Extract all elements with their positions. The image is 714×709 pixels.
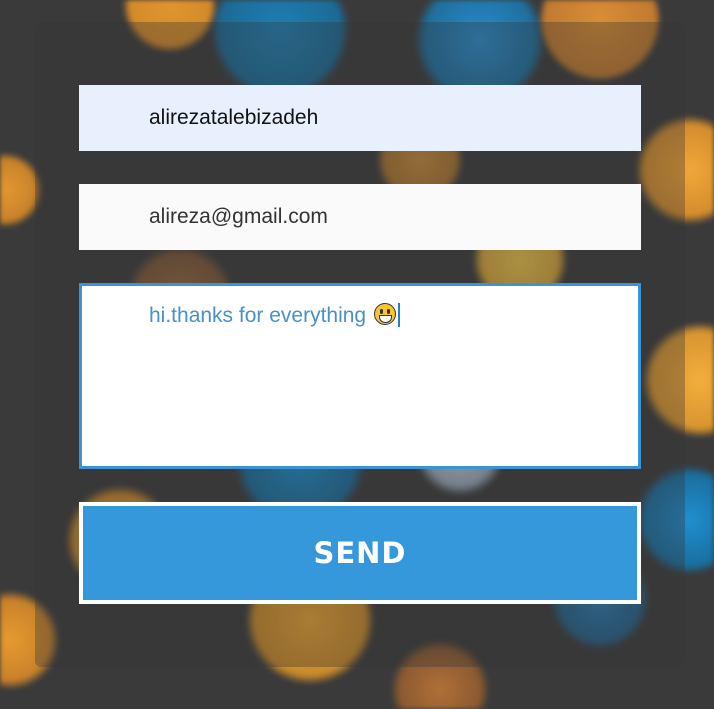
name-input[interactable]: alirezatalebizadeh (79, 85, 641, 151)
email-value: alireza@gmail.com (149, 205, 328, 228)
message-textarea[interactable]: hi.thanks for everything (79, 283, 641, 469)
grinning-face-icon (374, 303, 397, 325)
send-button[interactable]: SEND (79, 502, 641, 604)
text-caret (398, 303, 401, 327)
email-input[interactable]: alireza@gmail.com (79, 184, 641, 250)
name-value: alirezatalebizadeh (149, 106, 319, 129)
message-value: hi.thanks for everything (149, 304, 367, 327)
